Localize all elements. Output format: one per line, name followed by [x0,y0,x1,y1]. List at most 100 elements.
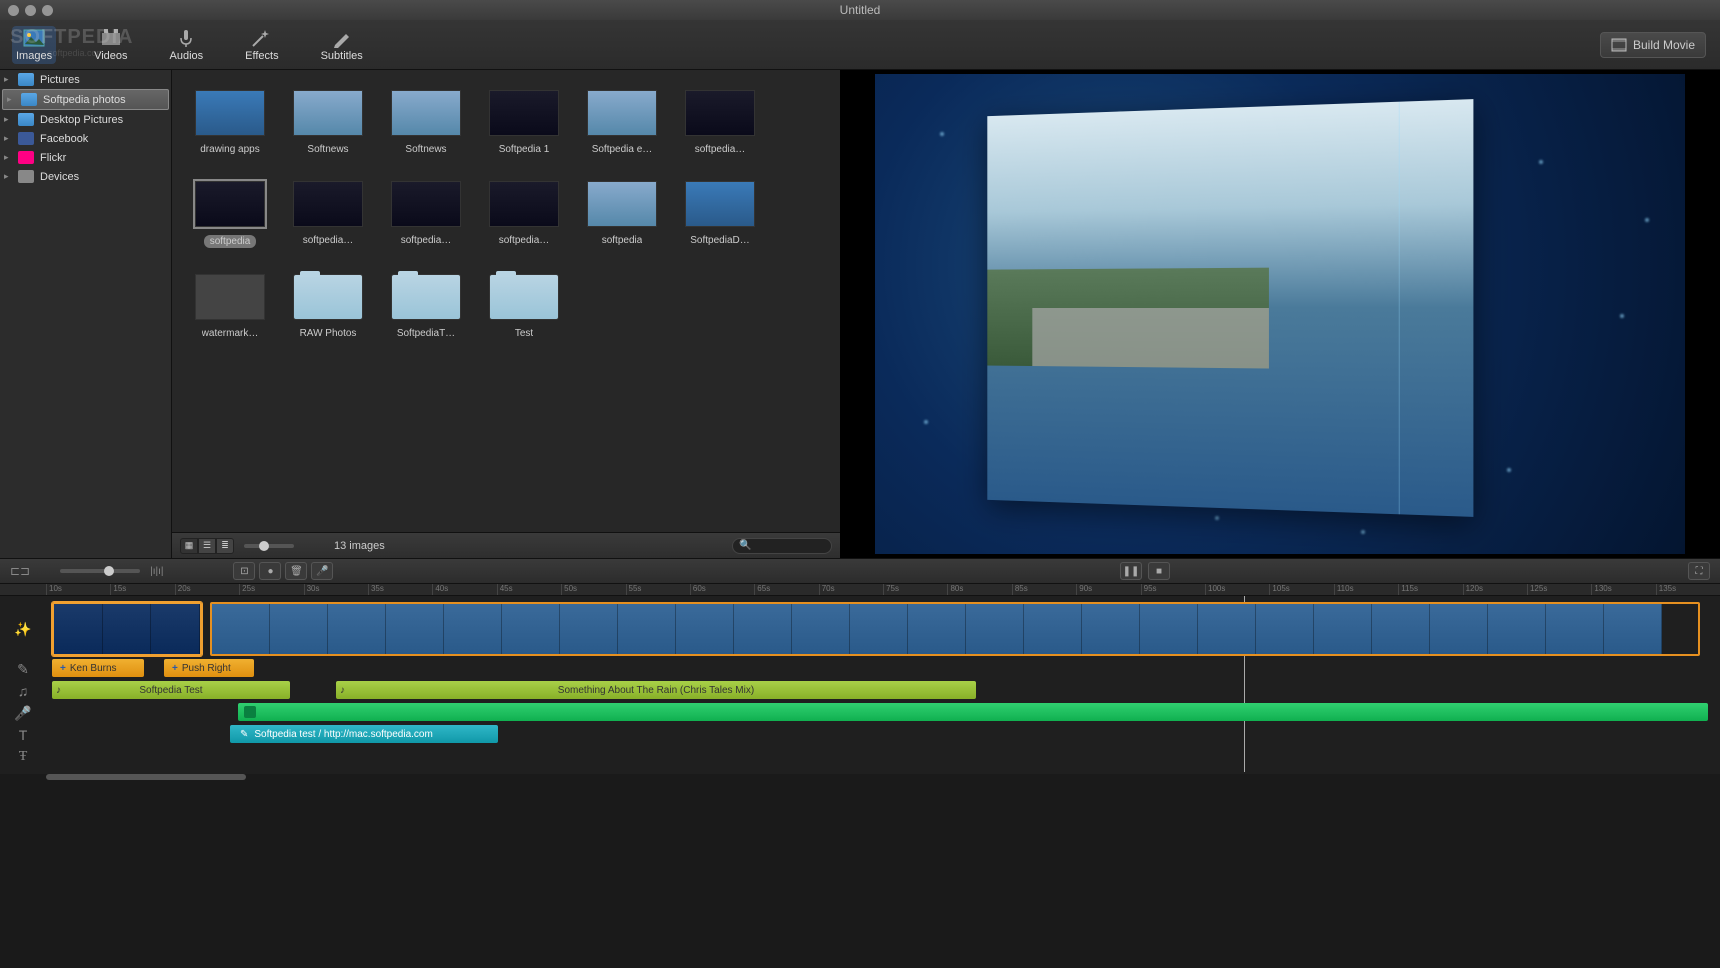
thumbnail-item[interactable]: drawing apps [194,90,266,155]
column-view-button[interactable]: ≣ [216,538,234,554]
audio-track[interactable]: ♫ ♪Softpedia Test ♪Something About The R… [0,680,1720,702]
media-tabs: Images Videos Audios Effects Subtitles [12,26,367,64]
text-clip-label: Softpedia test / http://mac.softpedia.co… [254,729,432,740]
fullscreen-button[interactable]: ⛶ [1688,562,1710,580]
tab-subtitles[interactable]: Subtitles [317,26,367,64]
list-view-button[interactable]: ☰ [198,538,216,554]
thumbnail-size-slider[interactable] [244,544,294,548]
ruler-tick: 105s [1269,584,1333,595]
thumbnail-image [489,181,559,227]
sidebar-item-desktop-pictures[interactable]: ▸Desktop Pictures [0,110,171,129]
media-browser: drawing apps Softnews Softnews Softpedia 1 S… [172,70,840,558]
ruler-tick: 95s [1141,584,1205,595]
credits-track[interactable]: Ŧ [0,746,1720,768]
timeline-scrollbar[interactable] [0,774,1720,784]
thumbnail-image [293,181,363,227]
delete-button[interactable]: 🗑 [285,562,307,580]
close-window-button[interactable] [8,5,19,16]
sidebar-item-label: Devices [40,171,79,183]
thumbnail-item[interactable]: softpedia… [292,181,364,248]
ruler-tick: 90s [1076,584,1140,595]
thumbnail-image [587,90,657,136]
thumbnail-item[interactable]: Softnews [390,90,462,155]
tab-audios-label: Audios [170,50,204,62]
sidebar-item-devices[interactable]: ▸Devices [0,167,171,186]
tab-effects[interactable]: Effects [241,26,282,64]
record-button[interactable]: ● [259,562,281,580]
audio-label: Softpedia Test [139,685,202,696]
sidebar-item-softpedia-photos[interactable]: ▸Softpedia photos [2,89,169,110]
audios-icon [174,28,198,48]
ruler-tick: 115s [1398,584,1462,595]
item-count: 13 images [334,540,385,552]
effects-track-icon: ✎ [0,661,46,678]
build-movie-button[interactable]: Build Movie [1600,32,1706,58]
build-movie-label: Build Movie [1633,38,1695,52]
ruler-tick: 50s [561,584,625,595]
narration-clip[interactable] [238,703,1708,721]
thumbnail-item[interactable]: softpedia [586,181,658,248]
thumbnail-item[interactable]: softpedia… [684,90,756,155]
tab-subtitles-label: Subtitles [321,50,363,62]
thumbnail-grid: drawing apps Softnews Softnews Softpedia 1 S… [172,70,840,532]
thumbnail-label: Softnews [307,144,348,155]
ruler-tick: 65s [754,584,818,595]
thumbnail-item[interactable]: Softpedia 1 [488,90,560,155]
facebook-icon [18,132,34,145]
text-clip[interactable]: ✎Softpedia test / http://mac.softpedia.c… [230,725,498,743]
thumbnail-item[interactable]: softpedia… [390,181,462,248]
sidebar-item-pictures[interactable]: ▸Pictures [0,70,171,89]
grid-view-button[interactable]: ▦ [180,538,198,554]
audio-clip-2[interactable]: ♪Something About The Rain (Chris Tales M… [336,681,976,699]
minimize-window-button[interactable] [25,5,36,16]
tab-effects-label: Effects [245,50,278,62]
thumbnail-image [489,274,559,320]
thumbnail-item[interactable]: RAW Photos [292,274,364,339]
sidebar-item-facebook[interactable]: ▸ Facebook [0,129,171,148]
playback-controls: ❚❚ ■ [1120,562,1170,580]
thumbnail-item[interactable]: softpedia… [488,181,560,248]
effect-ken-burns[interactable]: +Ken Burns [52,659,144,677]
voiceover-button[interactable]: 🎤 [311,562,333,580]
crop-button[interactable]: ⊡ [233,562,255,580]
sidebar-item-flickr[interactable]: ▸Flickr [0,148,171,167]
preview-canvas[interactable] [875,74,1685,554]
thumbnail-label: RAW Photos [300,328,357,339]
thumbnail-item[interactable]: watermark… [194,274,266,339]
video-clip-2[interactable] [210,602,1700,656]
thumbnail-label: softpedia [602,235,643,246]
time-ruler[interactable]: 10s15s20s25s30s35s40s45s50s55s60s65s70s7… [0,584,1720,596]
thumbnail-label: Test [515,328,533,339]
ruler-tick: 15s [110,584,174,595]
thumbnail-item[interactable]: Test [488,274,560,339]
timeline-zoom-slider[interactable] [60,569,140,573]
effect-push-right[interactable]: +Push Right [164,659,254,677]
thumbnail-image [195,181,265,227]
fit-width-icon[interactable]: ⊏⊐ [10,564,30,578]
chevron-right-icon: ▸ [4,133,12,144]
tab-videos[interactable]: Videos [90,26,131,64]
zoom-window-button[interactable] [42,5,53,16]
audio-clip-1[interactable]: ♪Softpedia Test [52,681,290,699]
video-track[interactable]: ✨ [0,600,1720,658]
thumbnail-item[interactable]: Softpedia e… [586,90,658,155]
thumbnail-item[interactable]: SoftpediaT… [390,274,462,339]
tab-images[interactable]: Images [12,26,56,64]
middle-region: ▸Pictures▸Softpedia photos▸Desktop Pictu… [0,70,1720,558]
thumbnail-item[interactable]: Softnews [292,90,364,155]
sidebar-item-label: Facebook [40,133,88,145]
folder-icon [18,113,34,126]
stop-button[interactable]: ■ [1148,562,1170,580]
folder-icon [21,93,37,106]
thumbnail-item[interactable]: SoftpediaD… [684,181,756,248]
tab-audios[interactable]: Audios [166,26,208,64]
pause-button[interactable]: ❚❚ [1120,562,1142,580]
ruler-tick: 80s [947,584,1011,595]
search-input[interactable]: 🔍 [732,538,832,554]
narration-track[interactable]: 🎤 [0,702,1720,724]
thumbnail-item[interactable]: softpedia [194,181,266,248]
chevron-right-icon: ▸ [4,74,12,85]
text-track[interactable]: T ✎Softpedia test / http://mac.softpedia… [0,724,1720,746]
effects-track[interactable]: ✎ +Ken Burns +Push Right [0,658,1720,680]
video-clip-1[interactable] [52,602,202,656]
